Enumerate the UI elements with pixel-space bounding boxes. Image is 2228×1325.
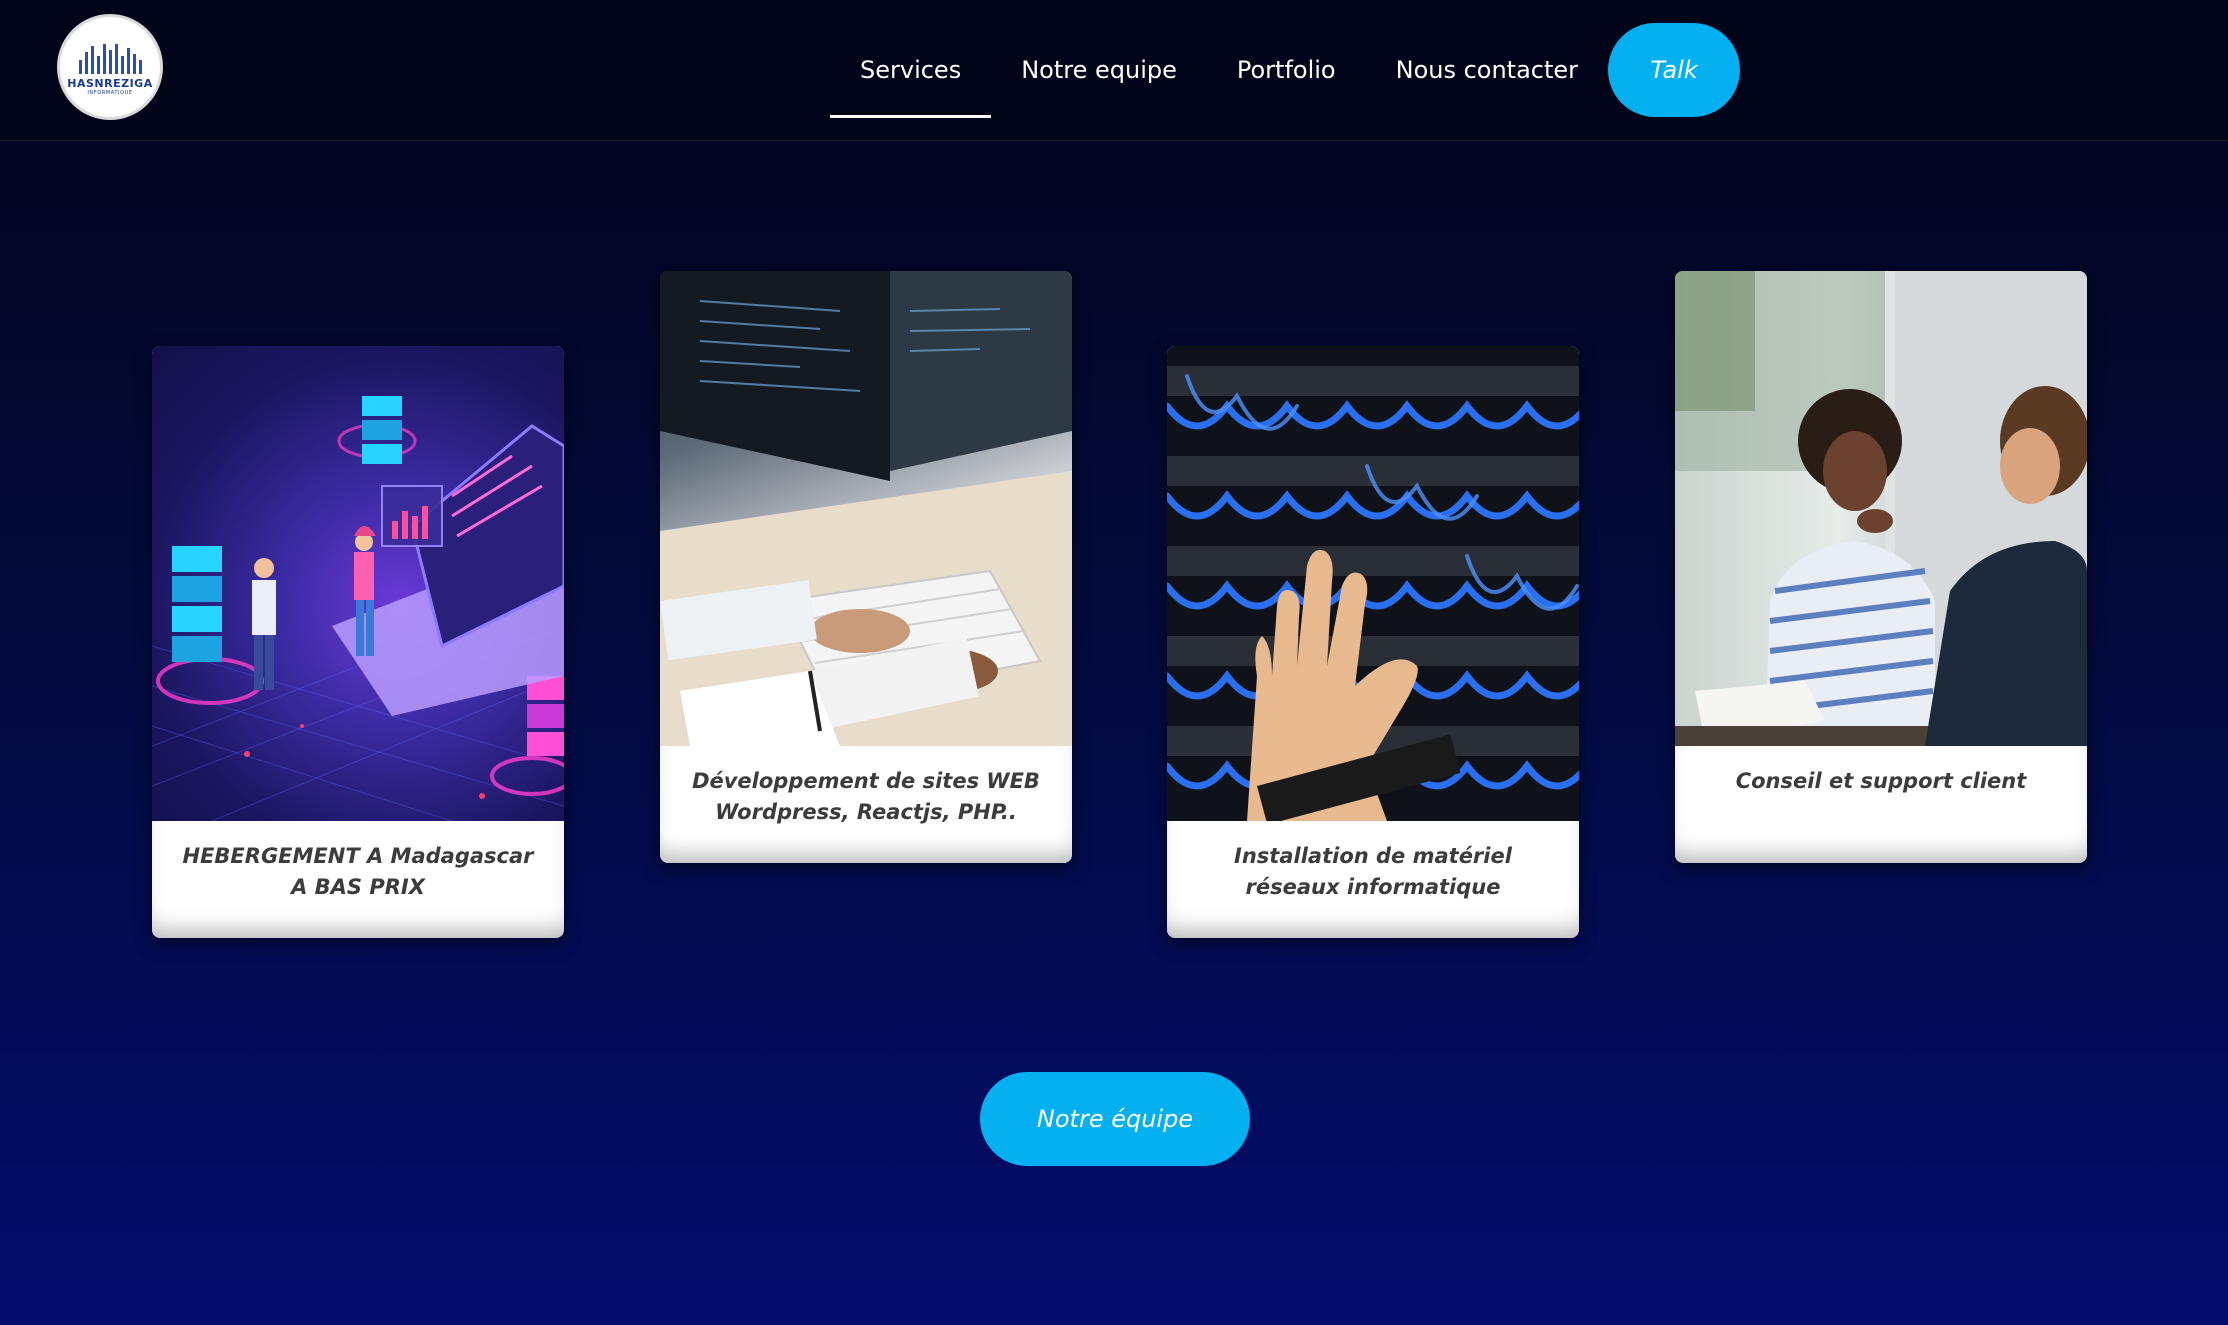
service-card-hosting[interactable]: HEBERGEMENT A Madagascar A BAS PRIX	[152, 346, 564, 938]
site-header: HASNREZIGA INFORMATIQUE Services Notre e…	[0, 0, 2228, 141]
service-card-network-installation[interactable]: Installation de matériel réseaux informa…	[1167, 346, 1579, 938]
service-card-consulting[interactable]: Conseil et support client	[1675, 271, 2087, 863]
hosting-illustration-art	[152, 396, 564, 821]
service-caption-network-installation: Installation de matériel réseaux informa…	[1234, 844, 1512, 899]
service-caption-web-development: Développement de sites WEB Wordpress, Re…	[692, 769, 1040, 824]
network-cables-photo-art	[1167, 366, 1579, 821]
hosting-illustration	[152, 346, 564, 821]
developer-photo	[660, 271, 1072, 746]
logo-name: HASNREZIGA	[67, 77, 153, 90]
notre-equipe-button[interactable]: Notre équipe	[980, 1072, 1250, 1166]
nav-item-services[interactable]: Services	[830, 0, 992, 140]
main-nav: Services Notre equipe Portfolio Nous con…	[830, 0, 1741, 140]
talk-button[interactable]: Talk	[1608, 23, 1741, 117]
consulting-photo	[1675, 271, 2087, 746]
nav-item-portfolio[interactable]: Portfolio	[1207, 0, 1366, 140]
service-card-web-development[interactable]: Développement de sites WEB Wordpress, Re…	[660, 271, 1072, 863]
company-logo[interactable]: HASNREZIGA INFORMATIQUE	[57, 14, 163, 120]
network-cables-photo	[1167, 346, 1579, 821]
nav-item-notre-equipe[interactable]: Notre equipe	[991, 0, 1207, 140]
consulting-photo-art	[1675, 271, 2087, 746]
service-caption-hosting: HEBERGEMENT A Madagascar A BAS PRIX	[182, 844, 534, 899]
service-caption-consulting: Conseil et support client	[1735, 769, 2027, 793]
nav-item-nous-contacter[interactable]: Nous contacter	[1366, 0, 1608, 140]
logo-subtitle: INFORMATIQUE	[87, 90, 133, 96]
developer-photo-art	[660, 271, 1072, 746]
logo-mark-icon	[78, 42, 142, 74]
